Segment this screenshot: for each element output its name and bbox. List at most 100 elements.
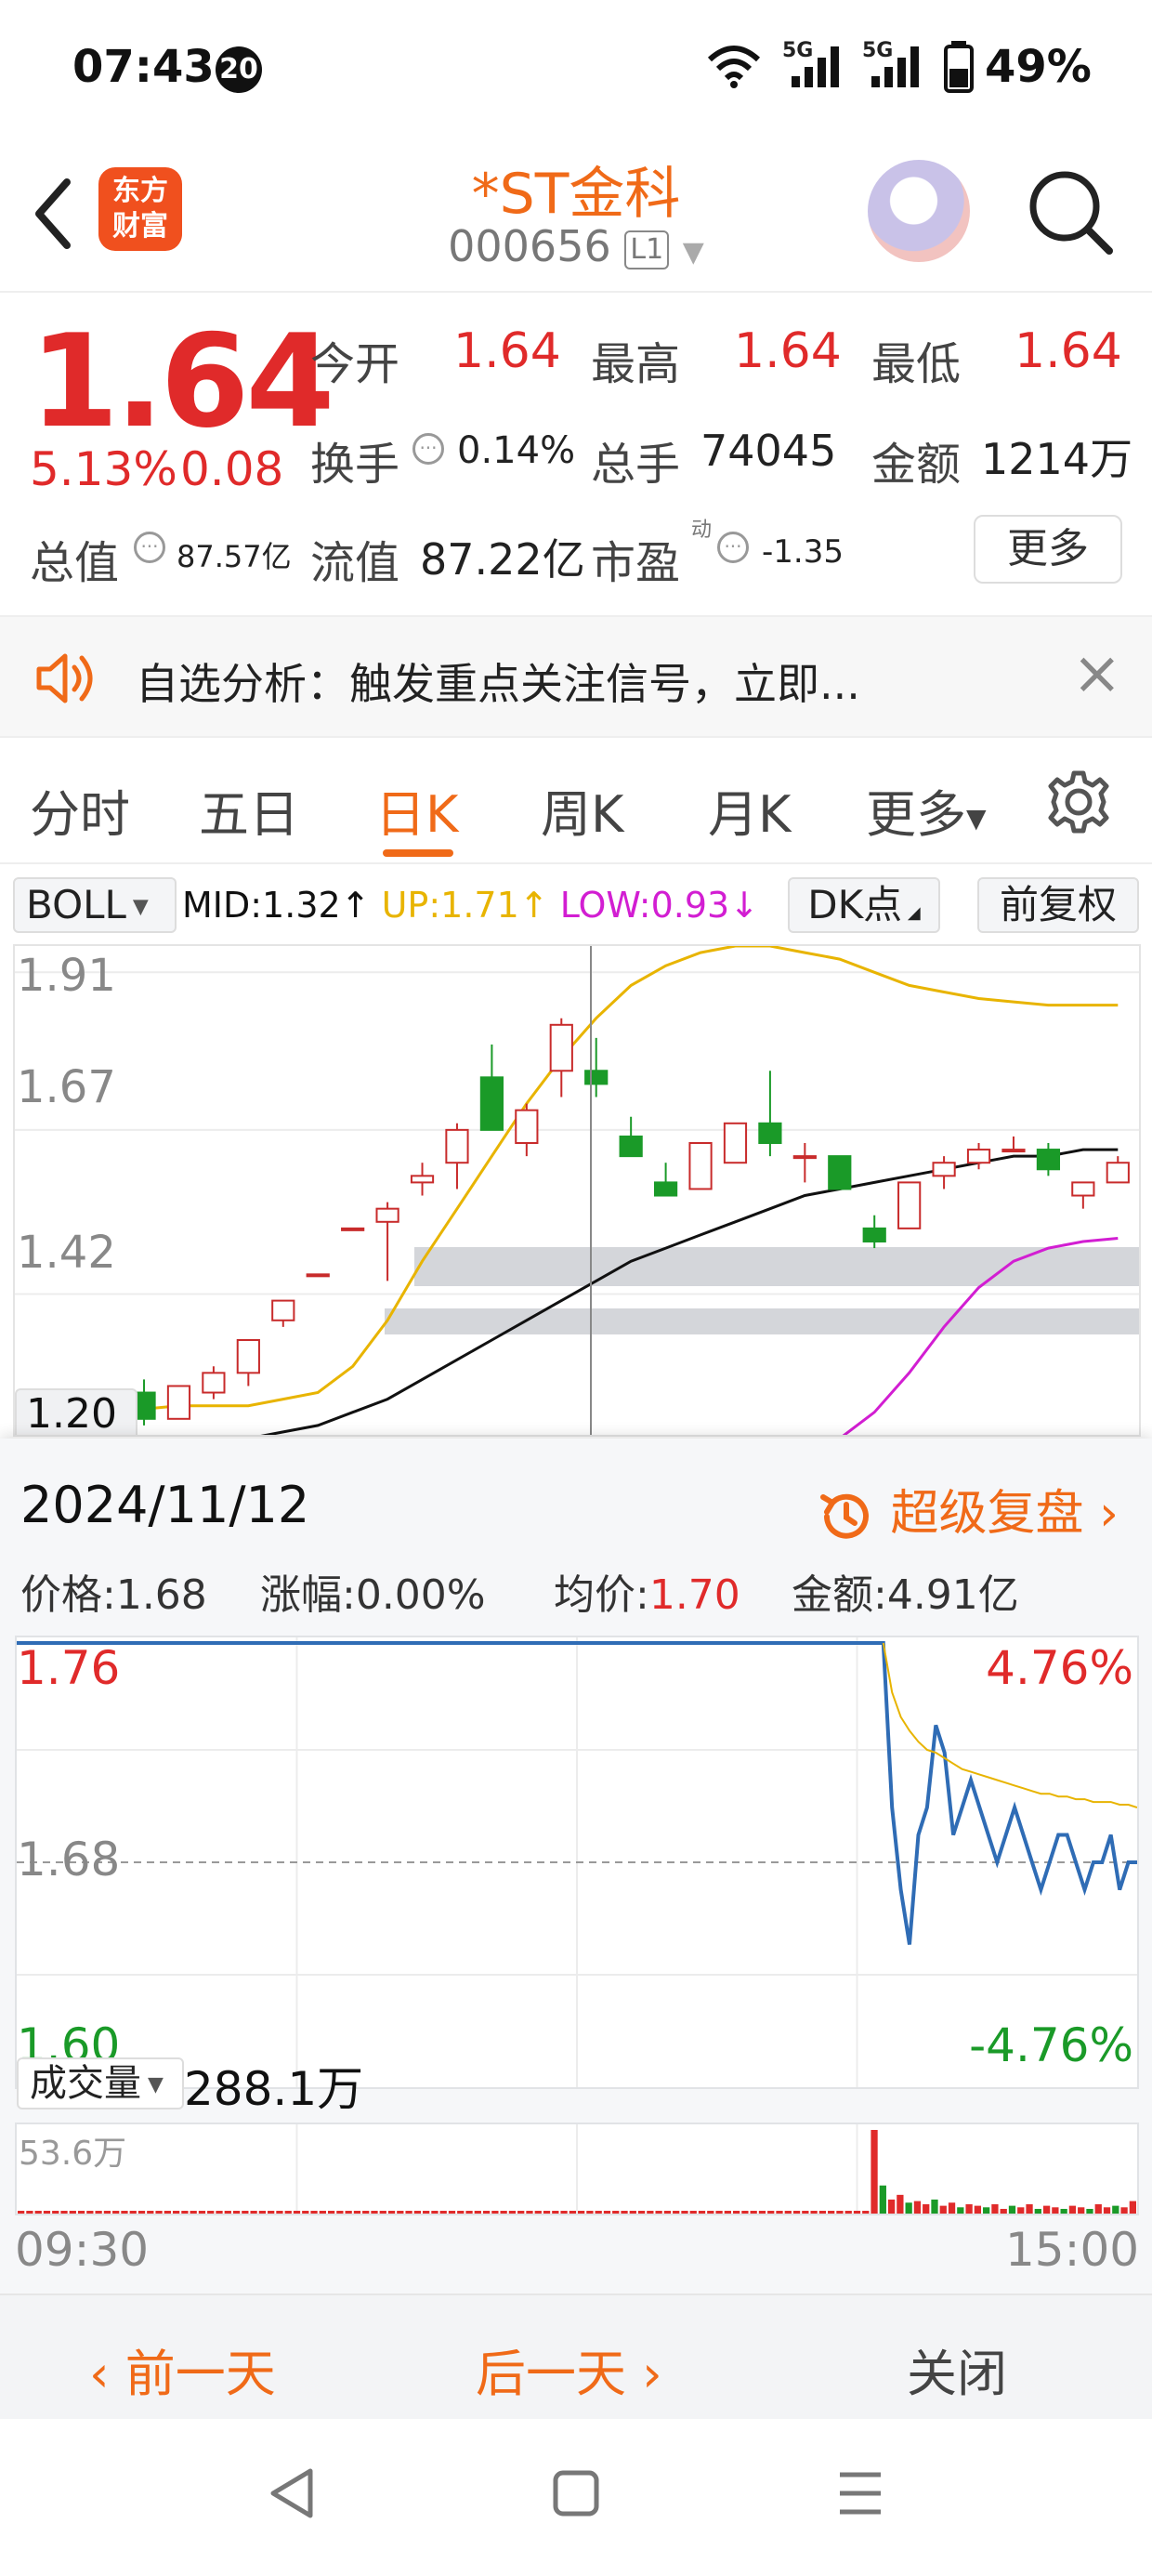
notice-text[interactable]: 自选分析：触发重点关注信号，立即... xyxy=(136,651,860,712)
info-icon[interactable]: ··· xyxy=(412,433,444,465)
volume-bar xyxy=(887,2199,896,2214)
volume-bar xyxy=(155,2211,163,2214)
volume-bar xyxy=(948,2202,956,2214)
adjust-button[interactable]: 前复权 xyxy=(977,877,1139,933)
stock-name[interactable]: *ST金科 xyxy=(390,149,762,230)
volume-bar xyxy=(224,2211,231,2214)
volume-bar xyxy=(569,2211,576,2214)
search-icon[interactable] xyxy=(1026,167,1115,256)
volume-bar xyxy=(526,2211,533,2214)
volume-chart[interactable]: 53.6万 xyxy=(15,2123,1139,2215)
dropdown-triangle-icon: ▼ xyxy=(141,2073,164,2096)
open-label: 今开 xyxy=(310,338,400,390)
candle-body xyxy=(166,1385,191,1420)
volume-bar xyxy=(405,2211,412,2214)
volume-bar xyxy=(983,2207,990,2214)
tab-weekly-k[interactable]: 周K xyxy=(541,773,623,847)
dropdown-triangle-icon: ▼ xyxy=(966,802,987,834)
volume-bar xyxy=(750,2211,757,2214)
volume-bar xyxy=(853,2211,861,2214)
volume-bar xyxy=(637,2211,646,2214)
volume-selector-label: 成交量 xyxy=(30,2062,141,2105)
candle-body xyxy=(1036,1149,1061,1171)
volume-bar xyxy=(578,2211,585,2214)
volume-bar xyxy=(844,2211,852,2214)
candle-body xyxy=(1106,1162,1130,1184)
volume-bar xyxy=(913,2201,922,2214)
tab-more[interactable]: 更多▼ xyxy=(866,773,987,847)
turnover-label: 换手 xyxy=(310,439,400,491)
more-button[interactable]: 更多 xyxy=(974,515,1122,584)
volume-bar xyxy=(336,2211,344,2214)
dk-point-button[interactable]: DK点 ◢ xyxy=(788,877,940,933)
stock-code-row[interactable]: 000656 L1 ▼ xyxy=(390,221,762,271)
info-icon[interactable]: ··· xyxy=(717,532,749,563)
notice-banner[interactable]: 自选分析：触发重点关注信号，立即... × xyxy=(0,615,1152,738)
volume-bar xyxy=(1052,2207,1059,2214)
pe-label: 市盈 xyxy=(591,537,681,589)
candle-body xyxy=(1001,1149,1026,1153)
volume-bar xyxy=(284,2211,292,2214)
volume-bar xyxy=(828,2211,835,2214)
volume-bar xyxy=(1129,2201,1136,2214)
candle-body xyxy=(897,1181,922,1229)
volume-bar xyxy=(69,2211,76,2214)
volume-bar xyxy=(931,2199,938,2214)
corner-triangle-icon: ◢ xyxy=(902,903,921,923)
assistant-avatar[interactable] xyxy=(868,160,970,262)
volume-selector[interactable]: 成交量 ▼ xyxy=(17,2057,184,2109)
prev-day-button[interactable]: ‹ 前一天 xyxy=(89,2333,276,2406)
nav-home-icon[interactable] xyxy=(550,2465,602,2521)
settings-gear-icon[interactable] xyxy=(1044,768,1113,836)
dropdown-triangle-icon: ▼ xyxy=(125,895,149,919)
tab-daily-k[interactable]: 日K xyxy=(375,773,458,847)
super-review-button[interactable]: 超级复盘 › xyxy=(818,1474,1119,1545)
y-label-top: 1.91 xyxy=(17,950,116,1002)
popup-change: 涨幅:0.00% xyxy=(260,1561,486,1621)
volume-bar xyxy=(1017,2207,1025,2214)
volume-bar xyxy=(491,2211,499,2214)
open-value: 1.64 xyxy=(453,323,561,379)
boll-mid: MID:1.32↑ xyxy=(182,885,371,926)
logo-line-1: 东方 xyxy=(112,175,168,207)
next-day-button[interactable]: 后一天 › xyxy=(476,2333,662,2406)
volume-value: 74045 xyxy=(700,426,837,476)
volume-bar xyxy=(345,2211,352,2214)
tab-monthly-k[interactable]: 月K xyxy=(708,773,791,847)
tab-five-day[interactable]: 五日 xyxy=(199,773,299,847)
volume-bar xyxy=(103,2211,111,2214)
indicator-selector[interactable]: BOLL ▼ xyxy=(13,877,177,933)
indicator-row: BOLL ▼ MID:1.32↑ UP:1.71↑ LOW:0.93↓ DK点 … xyxy=(0,874,1152,939)
intraday-chart[interactable]: 1.76 1.68 1.60 4.76% -4.76% xyxy=(15,1636,1139,2089)
volume-bar xyxy=(552,2211,559,2214)
close-button[interactable]: 关闭 xyxy=(907,2333,1007,2406)
volume-bar xyxy=(698,2211,706,2214)
nav-menu-icon[interactable] xyxy=(834,2465,886,2521)
volume-bar xyxy=(758,2211,766,2214)
active-tab-indicator xyxy=(383,849,453,857)
nav-back-icon[interactable] xyxy=(266,2465,318,2521)
volume-bar xyxy=(95,2211,102,2214)
volume-bar xyxy=(500,2211,507,2214)
tab-intraday[interactable]: 分时 xyxy=(30,773,130,847)
app-logo[interactable]: 东方 财富 xyxy=(98,167,182,251)
y-label-bottom: 1.20 xyxy=(15,1388,137,1435)
volume-bar xyxy=(242,2211,249,2214)
volume-bar xyxy=(586,2211,594,2214)
info-icon[interactable]: ··· xyxy=(134,532,165,563)
candle-body xyxy=(271,1299,295,1321)
time-end: 15:00 xyxy=(1005,2223,1140,2277)
time-start: 09:30 xyxy=(15,2223,150,2277)
kline-chart[interactable]: 1.91 1.67 1.42 1.20 xyxy=(13,944,1141,1437)
close-icon[interactable]: × xyxy=(1072,639,1122,708)
volume-bar xyxy=(560,2211,568,2214)
day-detail-popup: 2024/11/12 超级复盘 › 价格:1.68 涨幅:0.00% 均价:1.… xyxy=(0,1439,1152,2419)
candle-body xyxy=(479,1076,504,1131)
pe-superscript: 动 xyxy=(691,519,713,542)
volume-bar xyxy=(465,2211,473,2214)
volume-bar xyxy=(397,2211,404,2214)
back-arrow-icon[interactable] xyxy=(30,177,76,251)
volume-total: 288.1万 xyxy=(184,2062,364,2116)
notification-badge: 20 xyxy=(216,46,262,93)
volume-bar xyxy=(457,2211,465,2214)
